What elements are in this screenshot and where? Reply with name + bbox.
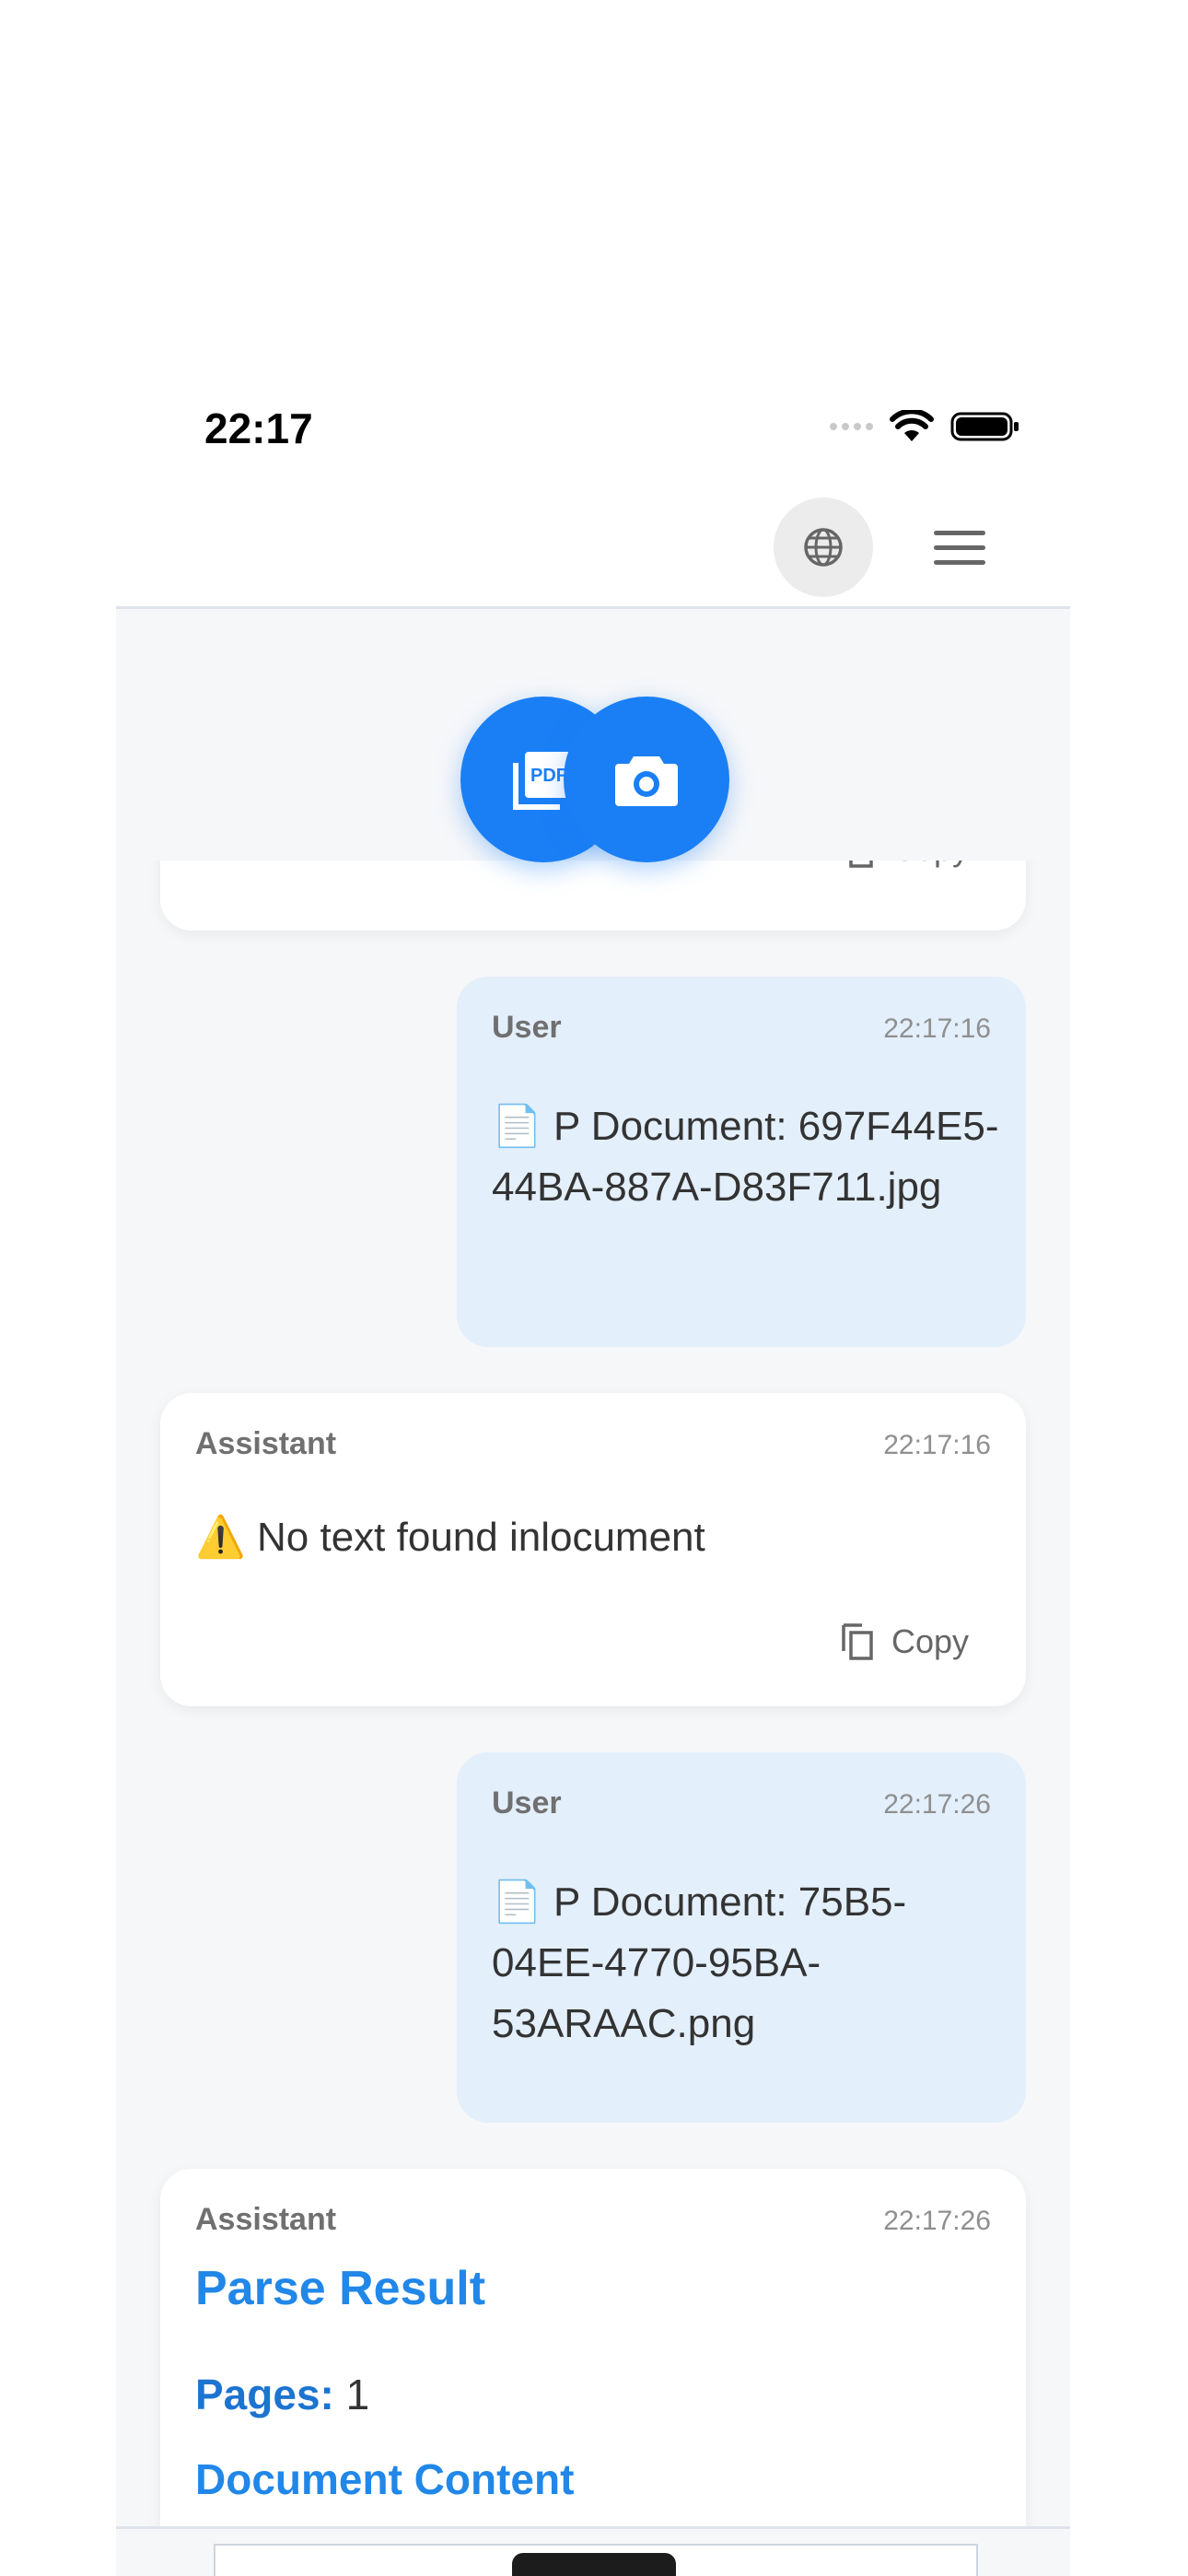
message-time: 22:17:26 <box>883 1789 991 1820</box>
document-content-heading: Document Content <box>195 2455 575 2503</box>
language-button[interactable] <box>774 498 873 597</box>
message-role: Assistant <box>195 1426 337 1461</box>
svg-text:PDF: PDF <box>530 766 567 786</box>
bottom-bar <box>116 2526 1070 2576</box>
message-text: ⚠️ No text found inlocument <box>195 1515 705 1560</box>
pages-value: 1 <box>345 2371 370 2418</box>
camera-button[interactable] <box>564 697 729 862</box>
copy-label: Copy <box>891 861 969 869</box>
copy-button[interactable]: Copy <box>840 1622 969 1662</box>
status-bar: 22:17 <box>116 369 1070 498</box>
copy-label: Copy <box>891 1622 970 1660</box>
globe-icon <box>804 528 843 567</box>
copy-button[interactable]: Copy <box>840 861 969 870</box>
hamburger-menu-icon[interactable] <box>934 520 989 575</box>
message-time: 22:17:16 <box>883 1013 991 1044</box>
status-icons <box>830 410 1020 443</box>
message-role: Assistant <box>195 2202 337 2237</box>
wifi-icon <box>890 410 934 441</box>
message-text: 📄 P Document: 697F44E5-44BA-887A-D83F711… <box>492 1104 999 1210</box>
user-message: User 22:17:26 📄 P Document: 75B5-04EE-47… <box>457 1752 1026 2123</box>
chat-list[interactable]: Copy User 22:17:16 📄 P Document: 697F44E… <box>116 861 1070 2550</box>
copy-icon <box>849 861 873 868</box>
cellular-icon <box>830 423 873 430</box>
pages-label: Pages: <box>195 2371 334 2418</box>
message-role: User <box>492 1010 562 1045</box>
upload-actions: PDF <box>460 697 729 862</box>
home-indicator <box>512 2553 676 2576</box>
user-message: User 22:17:16 📄 P Document: 697F44E5-44B… <box>457 977 1026 1347</box>
pages-count: Pages: 1 <box>195 2370 369 2419</box>
copy-icon <box>842 1623 873 1660</box>
top-header <box>116 498 1070 609</box>
assistant-message: Assistant 22:17:26 Parse Result Pages: 1… <box>160 2169 1026 2550</box>
status-time: 22:17 <box>204 404 313 452</box>
app-screen: 22:17 PDF User 22:17:16 📄 P Document: 69… <box>116 369 1070 2576</box>
parse-result-title: Parse Result <box>195 2262 486 2315</box>
message-text: 📄 P Document: 75B5-04EE-4770-95BA-53ARAA… <box>492 1879 907 2046</box>
message-time: 22:17:16 <box>883 1430 991 1460</box>
assistant-message: Copy <box>160 861 1026 931</box>
camera-icon <box>615 756 678 806</box>
message-time: 22:17:26 <box>883 2206 991 2236</box>
battery-icon <box>950 412 1019 441</box>
assistant-message: Assistant 22:17:16 ⚠️ No text found inlo… <box>160 1393 1026 1706</box>
message-role: User <box>492 1786 562 1821</box>
